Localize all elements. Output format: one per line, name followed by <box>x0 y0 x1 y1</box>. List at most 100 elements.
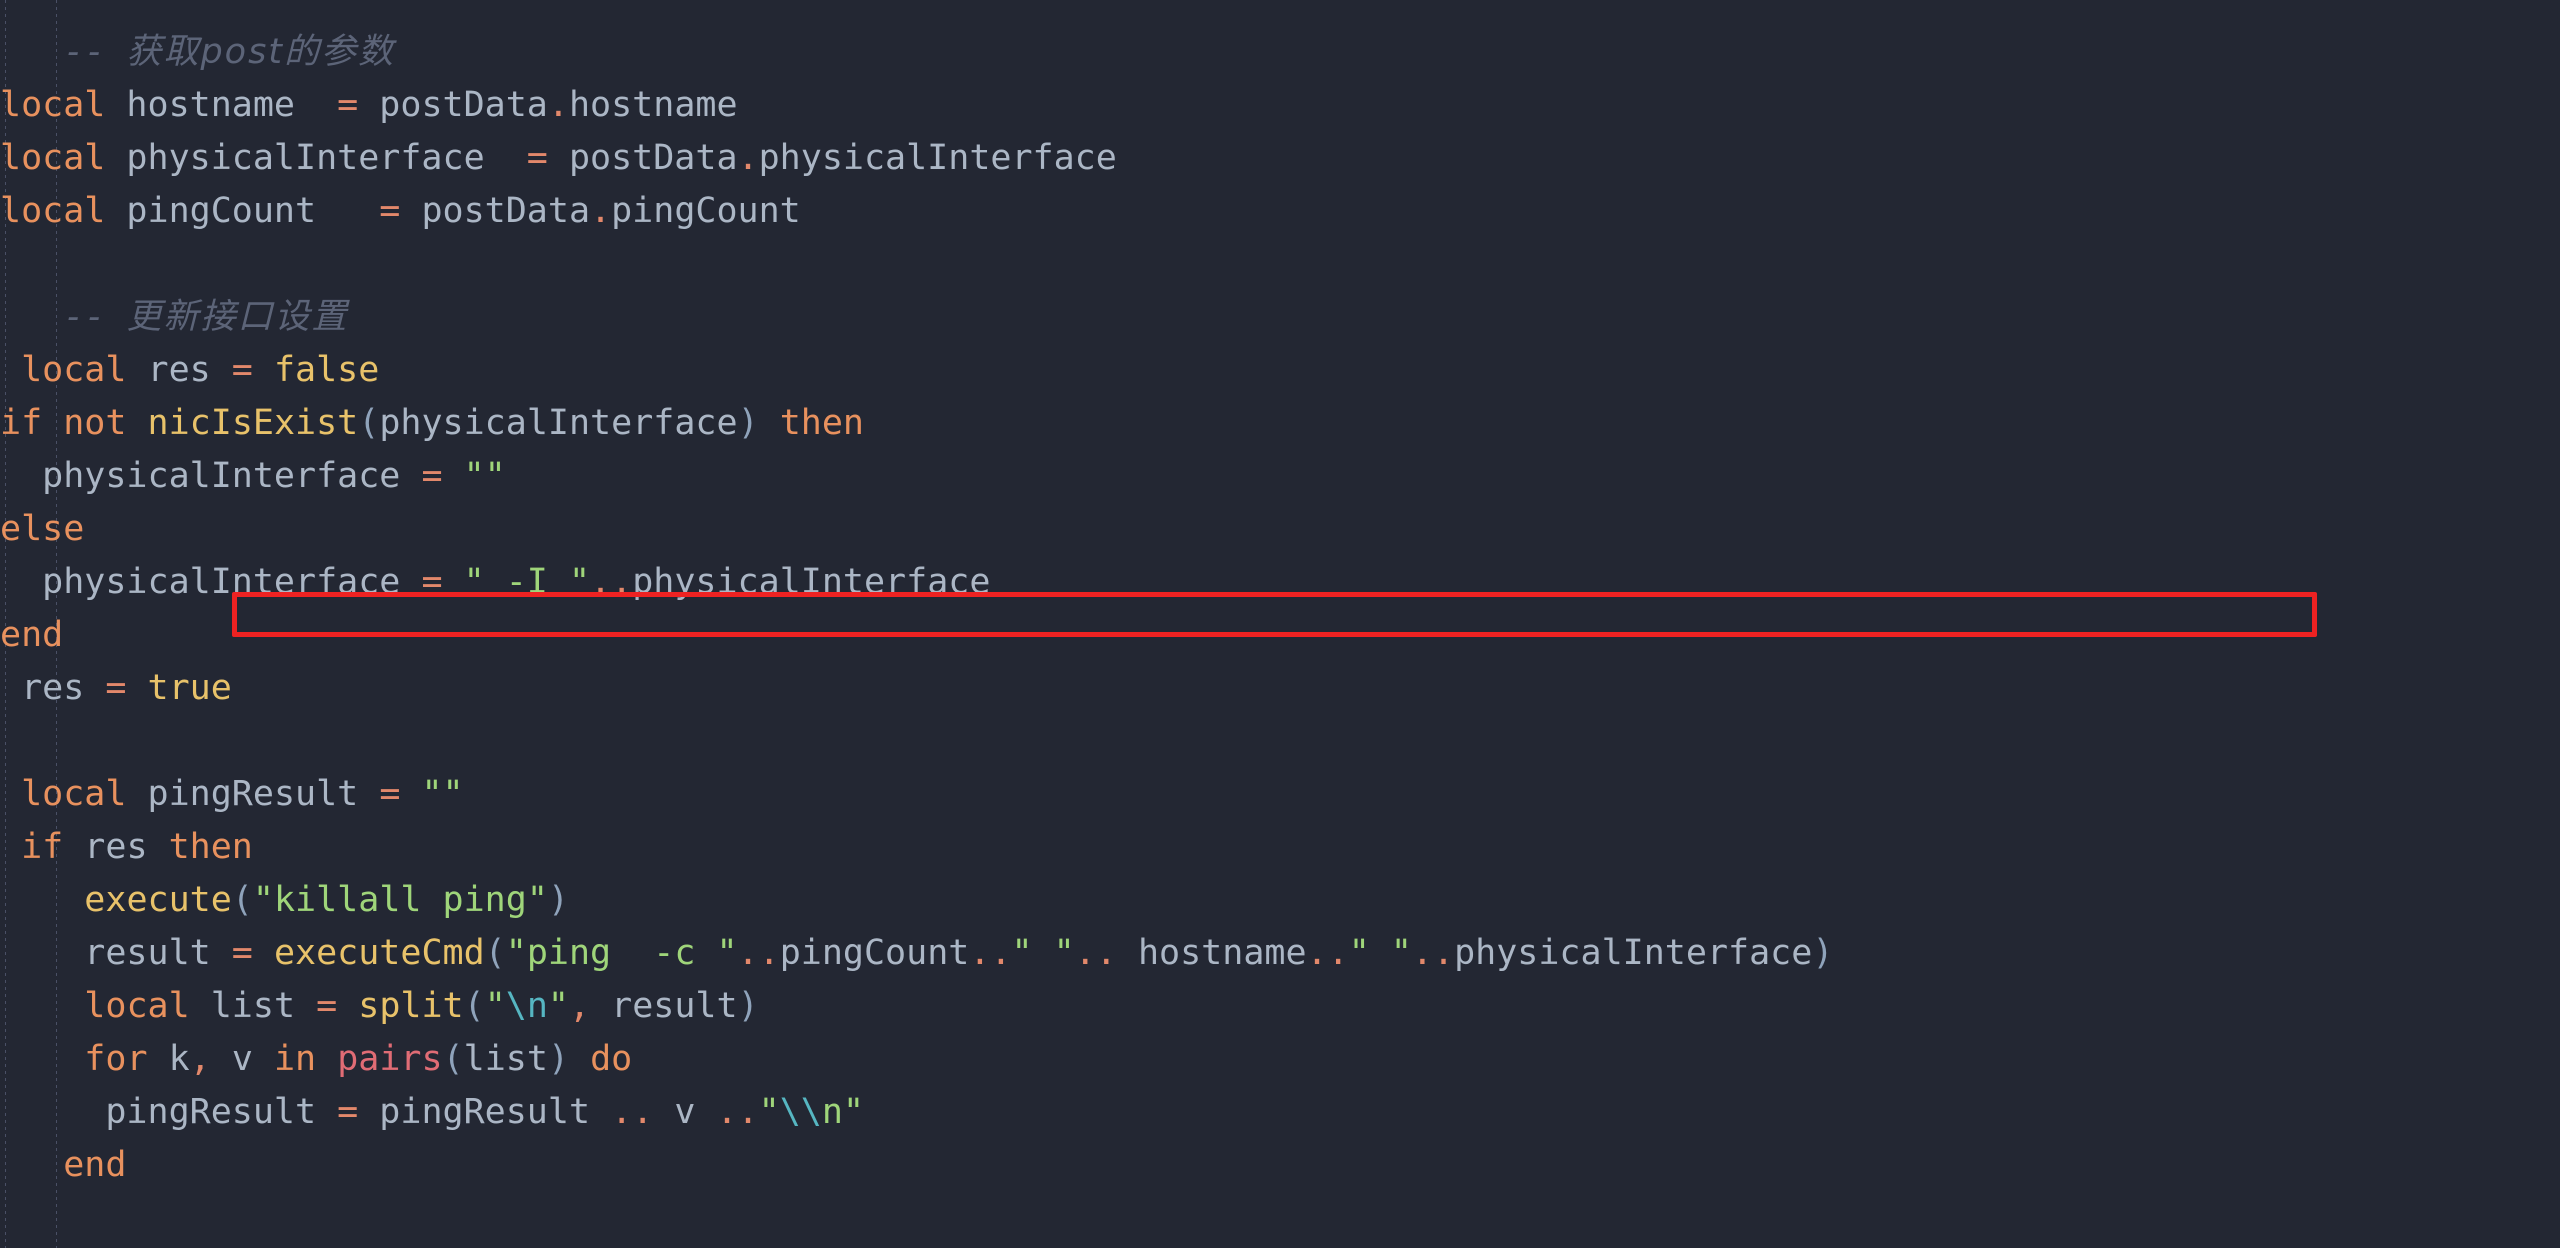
code-token: list <box>463 1039 548 1079</box>
code-line[interactable]: result = executeCmd("ping -c "..pingCoun… <box>0 927 1833 980</box>
code-token: then <box>779 403 865 443</box>
code-line[interactable]: local list = split("\n", result) <box>0 980 1833 1033</box>
code-line[interactable]: physicalInterface = "" <box>0 450 1833 503</box>
code-token: " " <box>1011 933 1075 973</box>
code-token: hostname <box>568 85 738 125</box>
code-line[interactable]: pingResult = pingResult .. v .."\\n" <box>0 1086 1833 1139</box>
code-token: postData <box>358 85 548 125</box>
code-token: res <box>126 350 232 390</box>
code-line[interactable]: for k, v in pairs(list) do <box>0 1033 1833 1086</box>
code-token: pingCount <box>779 933 970 973</box>
code-token: local <box>84 986 190 1026</box>
code-token: for <box>84 1039 148 1079</box>
code-token: "killall ping" <box>252 880 548 920</box>
code-token: = <box>337 85 359 125</box>
code-token: " <box>484 986 506 1026</box>
code-line[interactable] <box>0 238 1833 291</box>
code-line[interactable]: local pingCount = postData.pingCount <box>0 185 1833 238</box>
code-token: in <box>273 1039 317 1079</box>
code-token: ( <box>358 403 380 443</box>
code-token: pairs <box>337 1039 443 1079</box>
code-token: postData <box>547 138 738 178</box>
code-line[interactable]: local hostname = postData.hostname <box>0 79 1833 132</box>
code-token: local <box>21 774 127 814</box>
code-token: physicalInterface <box>0 456 422 496</box>
code-token: executeCmd <box>273 933 485 973</box>
code-line[interactable]: execute("killall ping") <box>0 874 1833 927</box>
code-token: else <box>0 509 85 549</box>
code-token: result <box>590 986 738 1026</box>
code-line[interactable]: end <box>0 1139 1833 1192</box>
code-line[interactable]: else <box>0 503 1833 556</box>
code-token: res <box>63 827 169 867</box>
code-token: pingCount <box>105 191 380 231</box>
code-line[interactable]: if not nicIsExist(physicalInterface) the… <box>0 397 1833 450</box>
code-token: .. <box>1411 933 1455 973</box>
code-token: ) <box>737 986 759 1026</box>
code-token: -- <box>63 297 127 337</box>
code-token: = <box>337 1092 359 1132</box>
code-token: = <box>379 191 401 231</box>
code-token: ( <box>442 1039 464 1079</box>
code-line[interactable]: res = true <box>0 662 1833 715</box>
code-token: then <box>168 827 253 867</box>
code-token: physicalInterface <box>105 138 527 178</box>
code-token: ) <box>547 880 569 920</box>
code-token: hostname <box>1116 933 1307 973</box>
code-token: physicalInterface <box>758 138 1117 178</box>
code-token: \n <box>505 986 548 1026</box>
code-editor-viewport[interactable]: -- 获取post的参数 local hostname = postData.ho… <box>0 0 2560 1248</box>
code-token: end <box>63 1145 127 1185</box>
code-token: .. <box>1074 933 1117 973</box>
code-line[interactable]: local res = false <box>0 344 1833 397</box>
code-token: v <box>653 1092 717 1132</box>
code-token: = <box>231 933 253 973</box>
code-token: .. <box>590 562 633 602</box>
code-token: " <box>547 986 569 1026</box>
code-token: " <box>758 1092 780 1132</box>
code-token: .. <box>969 933 1012 973</box>
code-token: physicalInterface <box>1454 933 1813 973</box>
code-token: .. <box>737 933 780 973</box>
code-token: 获取post的参数 <box>126 32 396 72</box>
code-line[interactable]: -- 更新接口设置 <box>0 291 1833 344</box>
code-token: ( <box>231 880 253 920</box>
code-line[interactable]: local pingResult = "" <box>0 768 1833 821</box>
code-line[interactable]: local physicalInterface = postData.physi… <box>0 132 1833 185</box>
code-token: v <box>210 1039 274 1079</box>
code-token: "" <box>421 774 464 814</box>
code-token: \\ <box>779 1092 822 1132</box>
code-token: -- <box>63 32 127 72</box>
code-token: = <box>379 774 401 814</box>
code-token: local <box>0 138 106 178</box>
code-token: postData <box>400 191 591 231</box>
code-token: n" <box>821 1092 865 1132</box>
code-token: nicIsExist <box>147 403 359 443</box>
code-token: not <box>63 403 127 443</box>
code-line[interactable]: -- 获取post的参数 <box>0 26 1833 79</box>
code-token: ( <box>463 986 485 1026</box>
code-line[interactable]: physicalInterface = " -I "..physicalInte… <box>0 556 1833 609</box>
code-content[interactable]: -- 获取post的参数 local hostname = postData.ho… <box>0 0 1833 1192</box>
code-token: pingCount <box>611 191 801 231</box>
code-token: if <box>21 827 64 867</box>
code-line[interactable]: end <box>0 609 1833 662</box>
code-token: , <box>189 1039 211 1079</box>
code-token: "ping -c " <box>505 933 738 973</box>
code-token: .. <box>716 1092 759 1132</box>
code-token: execute <box>84 880 232 920</box>
code-token: = <box>526 138 548 178</box>
code-line[interactable] <box>0 715 1833 768</box>
code-line[interactable]: if res then <box>0 821 1833 874</box>
